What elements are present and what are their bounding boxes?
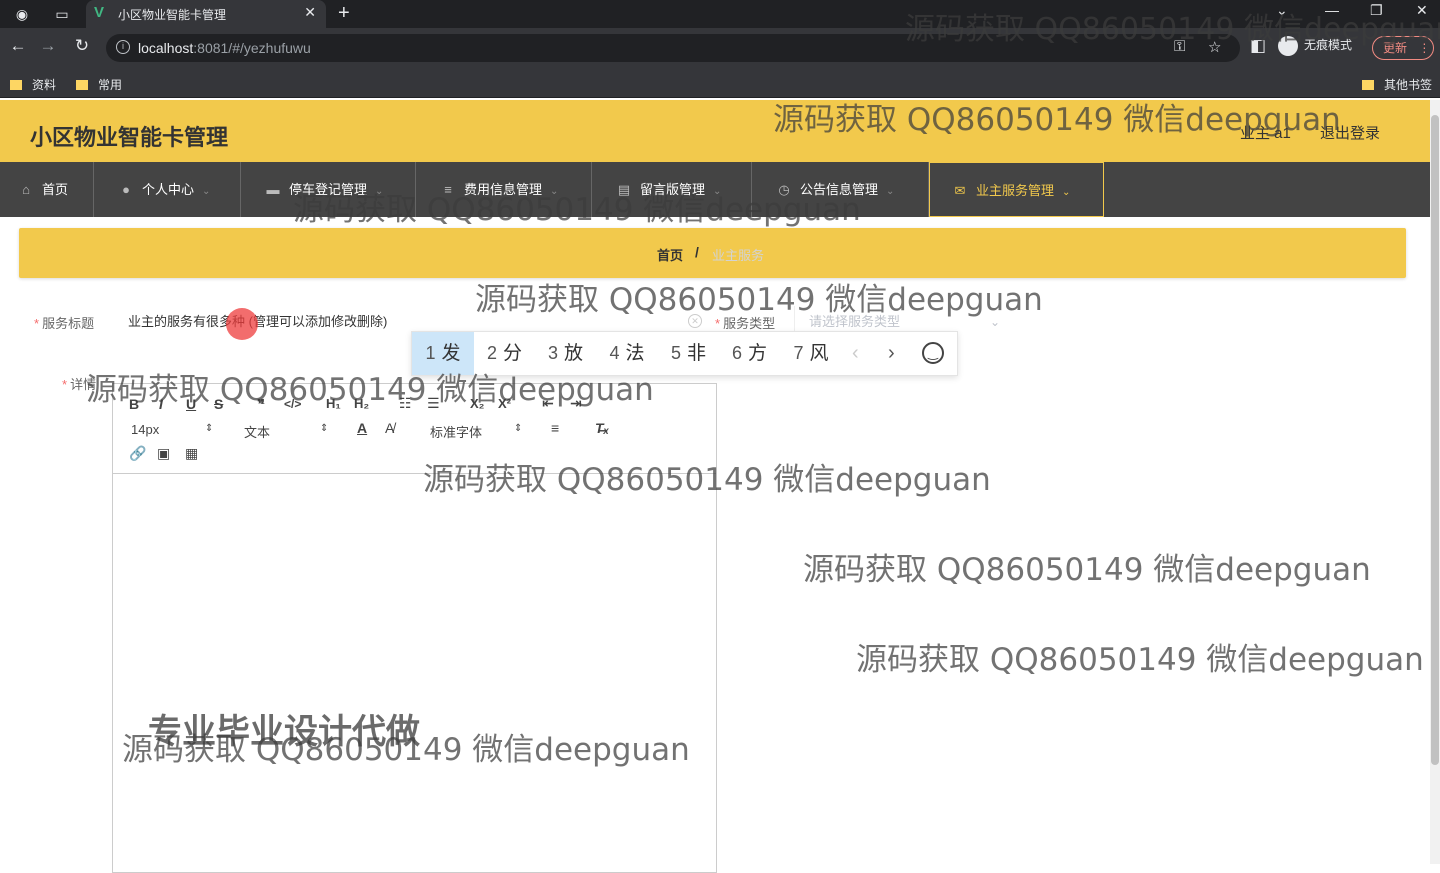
ime-candidate-bar: 1发 2分 3放 4法 5非 6方 7风 ‹ › ‿ [411, 331, 958, 376]
new-tab-icon[interactable]: + [338, 2, 350, 25]
document-icon: ▤ [617, 182, 631, 197]
minimize-icon[interactable]: — [1325, 2, 1339, 18]
bookmark-folder-ziliao[interactable]: 资料 [10, 76, 56, 93]
browser-toolbar: ← → ↻ i localhost:8081/#/yezhufuwu ⚿ ☆ ◧… [0, 28, 1440, 68]
superscript-icon[interactable]: X² [498, 396, 511, 411]
key-icon[interactable]: ⚿ [1174, 38, 1185, 55]
page-scrollbar-thumb[interactable] [1431, 115, 1439, 765]
editor-toolbar: B I U S ❞ </> H₁ H₂ ☷ ☰ X₂ X² ⇤ ⇥ 14px ⇕ … [113, 384, 716, 474]
current-user: 业主 a1 [1240, 125, 1291, 142]
briefcase-icon: ▬ [266, 182, 280, 197]
heading2-icon[interactable]: H₂ [354, 396, 369, 411]
clear-format-icon[interactable]: T̶ₓ [595, 420, 609, 436]
menu-item-fees[interactable]: ≡ 费用信息管理 ⌄ [416, 162, 592, 217]
bookmarks-bar: 资料 常用 其他书签 [0, 68, 1440, 98]
ime-candidate[interactable]: 6方 [719, 332, 780, 375]
bookmark-star-icon[interactable]: ☆ [1208, 38, 1221, 56]
watermark: 源码获取 QQ86050149 微信deepguan [856, 642, 1424, 678]
other-bookmarks[interactable]: 其他书签 [1362, 76, 1432, 93]
strikethrough-icon[interactable]: S [214, 396, 223, 412]
side-panel-icon[interactable]: ◧ [1246, 36, 1270, 56]
ime-candidate[interactable]: 1发 [412, 332, 474, 375]
image-icon[interactable]: ▣ [157, 445, 170, 462]
incognito-icon [1278, 36, 1298, 56]
emoji-icon[interactable]: ‿ [922, 342, 944, 364]
ordered-list-icon[interactable]: ☷ [399, 395, 412, 412]
reload-icon[interactable]: ↻ [70, 36, 94, 56]
breadcrumb: 首页 / 业主服务 [19, 228, 1406, 278]
tab-close-icon[interactable]: ✕ [304, 4, 316, 21]
main-menu: ⌂ 首页 ● 个人中心 ⌄ ▬ 停车登记管理 ⌄ ≡ 费用信息管理 ⌄ ▤ 留言版管理 ⌄ ◷ 公告… [0, 162, 1440, 217]
logout-button[interactable]: 退出登录 [1320, 122, 1380, 143]
blockquote-icon[interactable]: ❞ [257, 396, 265, 413]
service-type-label: * 服务类型 [715, 316, 776, 331]
app-header: 小区物业智能卡管理 业主 a1 退出登录 [0, 100, 1440, 162]
clear-input-icon[interactable]: ✕ [688, 314, 702, 328]
breadcrumb-current: 业主服务 [712, 248, 765, 263]
browser-tab[interactable]: V 小区物业智能卡管理 ✕ [86, 0, 326, 28]
tab-search-icon[interactable]: ▭ [52, 4, 72, 24]
detail-label: * 详情 [62, 377, 97, 392]
overlay-text: 专业毕业设计代做 [148, 712, 420, 752]
breadcrumb-home[interactable]: 首页 [657, 245, 683, 264]
font-family-picker[interactable]: 标准字体 ⇕ [430, 422, 526, 441]
breadcrumb-separator: / [695, 244, 699, 260]
bold-icon[interactable]: B [129, 396, 139, 412]
text-style-picker[interactable]: 文本 ⇕ [244, 422, 330, 441]
tab-dropdown-icon[interactable]: ⌄ [1276, 2, 1288, 19]
url-text[interactable]: localhost:8081/#/yezhufuwu [138, 40, 311, 56]
menu-item-owner-service[interactable]: ✉ 业主服务管理 ⌄ [929, 162, 1104, 217]
underline-icon[interactable]: U [186, 396, 196, 412]
ime-candidate[interactable]: 7风 [780, 332, 842, 375]
ime-candidate[interactable]: 5非 [658, 332, 719, 375]
background-color-icon[interactable]: A̸ [385, 420, 394, 436]
link-icon[interactable]: 🔗 [129, 445, 146, 462]
chevron-down-icon: ⌄ [989, 315, 1000, 329]
mail-icon: ✉ [954, 183, 966, 198]
ime-next-icon[interactable]: › [888, 332, 895, 375]
video-icon[interactable]: ▦ [185, 445, 198, 462]
align-icon[interactable]: ≡ [551, 420, 559, 436]
service-title-label: * 服务标题 [34, 316, 95, 331]
menu-item-home[interactable]: ⌂ 首页 [0, 162, 94, 217]
ime-candidate[interactable]: 4法 [596, 332, 658, 375]
italic-icon[interactable]: I [159, 396, 163, 412]
menu-item-personal[interactable]: ● 个人中心 ⌄ [94, 162, 241, 217]
app-title: 小区物业智能卡管理 [30, 126, 229, 151]
vue-logo-icon: V [94, 4, 105, 21]
ime-candidate[interactable]: 3放 [535, 332, 596, 375]
rich-text-editor[interactable]: B I U S ❞ </> H₁ H₂ ☷ ☰ X₂ X² ⇤ ⇥ 14px ⇕ … [112, 383, 717, 873]
list-icon: ≡ [444, 182, 452, 197]
menu-item-messages[interactable]: ▤ 留言版管理 ⌄ [592, 162, 752, 217]
forward-icon[interactable]: → [36, 36, 60, 56]
indent-icon[interactable]: ⇥ [570, 395, 582, 412]
site-info-icon[interactable]: i [116, 40, 130, 54]
browser-tab-strip: ◉ ▭ V 小区物业智能卡管理 ✕ + ⌄ — ❐ ✕ [0, 0, 1440, 28]
ime-prev-icon[interactable]: ‹ [852, 332, 859, 375]
browser-menu-icon[interactable]: ◉ [12, 4, 32, 24]
heading1-icon[interactable]: H₁ [326, 396, 341, 411]
window-close-icon[interactable]: ✕ [1416, 2, 1428, 19]
code-block-icon[interactable]: </> [284, 397, 301, 411]
menu-item-parking[interactable]: ▬ 停车登记管理 ⌄ [241, 162, 416, 217]
watermark: 源码获取 QQ86050149 微信deepguan [803, 552, 1371, 588]
ime-candidate[interactable]: 2分 [474, 332, 535, 375]
font-color-icon[interactable]: A [357, 420, 367, 436]
outdent-icon[interactable]: ⇤ [542, 395, 554, 412]
restore-icon[interactable]: ❐ [1370, 2, 1383, 19]
bullet-list-icon[interactable]: ☰ [427, 395, 440, 412]
incognito-indicator[interactable]: 无痕模式 [1278, 36, 1352, 56]
bookmark-folder-changyong[interactable]: 常用 [76, 76, 122, 93]
address-bar[interactable]: i localhost:8081/#/yezhufuwu ⚿ ☆ [106, 34, 1240, 62]
update-button[interactable]: 更新 ⋮ [1372, 36, 1434, 60]
back-icon[interactable]: ← [6, 36, 30, 56]
home-icon: ⌂ [22, 182, 30, 197]
font-size-picker[interactable]: 14px ⇕ [131, 422, 217, 437]
user-icon: ● [122, 182, 130, 197]
menu-item-notices[interactable]: ◷ 公告信息管理 ⌄ [752, 162, 929, 217]
tab-title: 小区物业智能卡管理 [118, 8, 227, 22]
mouse-cursor-highlight [226, 308, 258, 340]
subscript-icon[interactable]: X₂ [470, 396, 484, 411]
clock-icon: ◷ [778, 182, 790, 197]
